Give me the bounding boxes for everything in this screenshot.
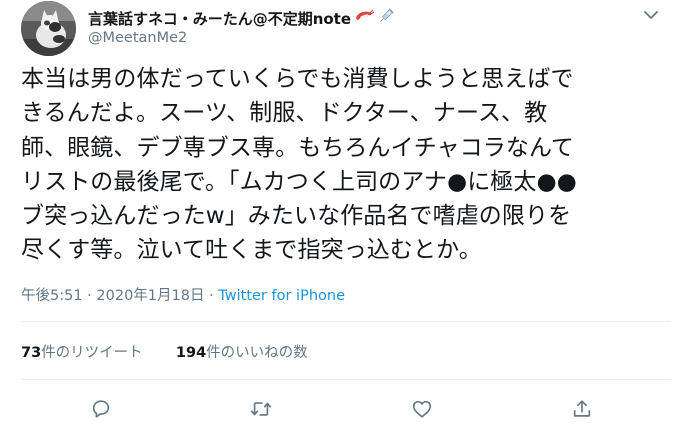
avatar-cat-image <box>21 1 76 56</box>
retweets-count: 73 <box>21 345 42 361</box>
likes-stat[interactable]: 194件のいいねの数 <box>176 345 308 361</box>
tweet-metadata: 午後5:51 · 2020年1月18日 · Twitter for iPhone <box>21 284 345 305</box>
tweet-text-line: ブ突っ込んだったw」みたいな作品名で嗜虐の限りを <box>21 203 572 230</box>
retweets-label: 件のリツイート <box>41 345 143 361</box>
tweet-text-line: 本当は男の体だっていくらでも消費しようと思えばで <box>21 66 574 92</box>
tweet-text-line: リストの最後尾で。「ムカつく上司のアナ●に極太●● <box>21 168 577 195</box>
author-handle[interactable]: @MeetanMe2 <box>88 30 187 46</box>
syringe-icon <box>377 7 395 29</box>
retweet-icon[interactable] <box>248 396 274 422</box>
share-icon[interactable] <box>569 396 595 422</box>
likes-count: 194 <box>175 345 207 361</box>
tweet-date[interactable]: 2020年1月18日 <box>96 288 204 304</box>
chevron-down-icon[interactable] <box>640 6 662 24</box>
shrimp-icon <box>354 8 375 28</box>
tweet-text: 本当は男の体だっていくらでも消費しようと思えばで きるんだよ。スーツ、制服、ドク… <box>21 62 671 268</box>
source-separator: · <box>209 288 214 304</box>
tweet-stats: 73件のリツイート 194件のいいねの数 <box>21 341 308 362</box>
display-name-text: 言葉話すネコ・みーたん@不定期note <box>88 9 352 28</box>
divider <box>21 321 671 322</box>
tweet-action-bar <box>0 396 688 422</box>
time-date-separator: · <box>87 288 92 304</box>
author-display-name[interactable]: 言葉話すネコ・みーたん@不定期note <box>88 7 395 29</box>
retweets-stat[interactable]: 73件のリツイート <box>21 345 143 361</box>
reply-icon[interactable] <box>88 396 114 422</box>
divider <box>21 379 671 380</box>
avatar[interactable] <box>21 1 76 56</box>
tweet-text-line: 師、眼鏡、デブ専ブス専。もちろんイチャコラなんて <box>21 134 575 161</box>
like-icon[interactable] <box>409 396 435 422</box>
tweet-text-line: 尽くす等。泣いて吐くまで指突っ込むとか。 <box>21 237 482 264</box>
likes-label: 件のいいねの数 <box>206 345 308 361</box>
tweet-time[interactable]: 午後5:51 <box>21 288 83 304</box>
tweet-text-line: きるんだよ。スーツ、制服、ドクター、ナース、教 <box>21 100 548 127</box>
tweet-source-link[interactable]: Twitter for iPhone <box>218 288 345 304</box>
